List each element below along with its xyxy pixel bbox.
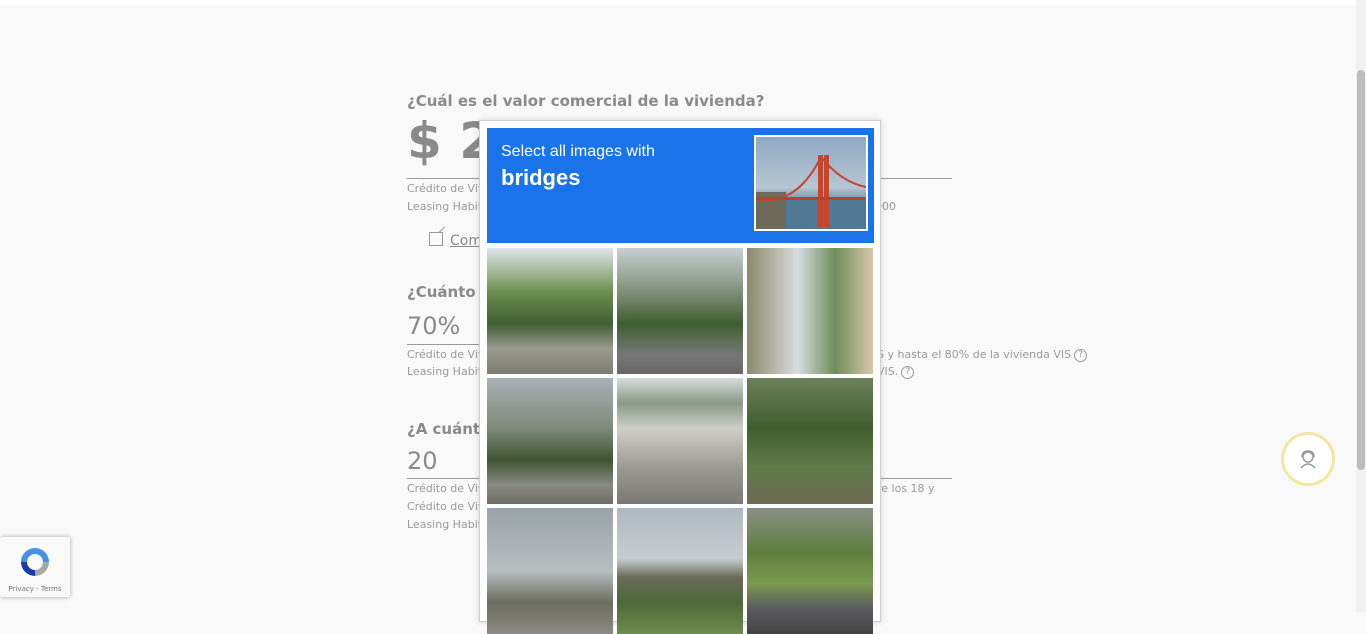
grid-tile[interactable] xyxy=(747,248,873,374)
agent-headset-icon xyxy=(1300,450,1316,469)
note-term-credit-tail: re los 18 y xyxy=(877,482,935,495)
recaptcha-legal-links[interactable]: Privacy - Terms xyxy=(0,585,70,593)
grid-tile[interactable] xyxy=(617,508,743,634)
question-financing: ¿Cuánto c xyxy=(407,283,490,301)
note-term-credit-2: Crédito de Viv xyxy=(407,500,485,513)
recaptcha-logo-icon xyxy=(21,548,49,576)
note-financing-credit: Crédito de Viv xyxy=(407,348,485,361)
top-bar xyxy=(0,0,1356,6)
note-term-credit: Crédito de Viv xyxy=(407,482,485,495)
question-term: ¿A cuánto xyxy=(407,420,491,438)
scrollbar-thumb[interactable] xyxy=(1357,70,1365,470)
external-link-icon xyxy=(429,232,443,246)
financing-percent-select[interactable]: 70% xyxy=(407,312,460,340)
note-leasing: Leasing Habit xyxy=(407,200,483,213)
note-financing-leasing-tail: VIS.? xyxy=(877,365,915,379)
grid-tile[interactable] xyxy=(487,248,613,374)
challenge-header: Select all images with bridges xyxy=(487,128,874,243)
question-home-value: ¿Cuál es el valor comercial de la vivien… xyxy=(407,92,765,110)
challenge-target: bridges xyxy=(501,165,581,190)
grid-tile[interactable] xyxy=(487,378,613,504)
note-credit: Crédito de Viv xyxy=(407,182,485,195)
compare-link[interactable]: Com xyxy=(450,233,482,249)
financing-underline xyxy=(407,344,487,345)
recaptcha-badge[interactable]: Privacy - Terms xyxy=(0,537,70,597)
page-scrollbar[interactable] xyxy=(1356,0,1366,612)
note-financing-credit-tail: S y hasta el 80% de la vivienda VIS? xyxy=(877,348,1088,362)
grid-tile[interactable] xyxy=(617,248,743,374)
recaptcha-challenge: Select all images with bridges xyxy=(479,120,881,634)
support-chat-button[interactable] xyxy=(1281,432,1335,486)
grid-tile[interactable] xyxy=(617,378,743,504)
note-financing-leasing: Leasing Habit xyxy=(407,365,483,378)
help-icon[interactable]: ? xyxy=(1074,348,1088,362)
challenge-prompt: Select all images with xyxy=(501,143,655,160)
grid-tile[interactable] xyxy=(487,508,613,634)
note-term-leasing: Leasing Habit xyxy=(407,518,483,531)
grid-tile[interactable] xyxy=(747,508,873,634)
sample-image xyxy=(754,135,868,231)
grid-tile[interactable] xyxy=(747,378,873,504)
term-years-input[interactable]: 20 xyxy=(407,447,438,475)
help-icon[interactable]: ? xyxy=(901,365,915,379)
